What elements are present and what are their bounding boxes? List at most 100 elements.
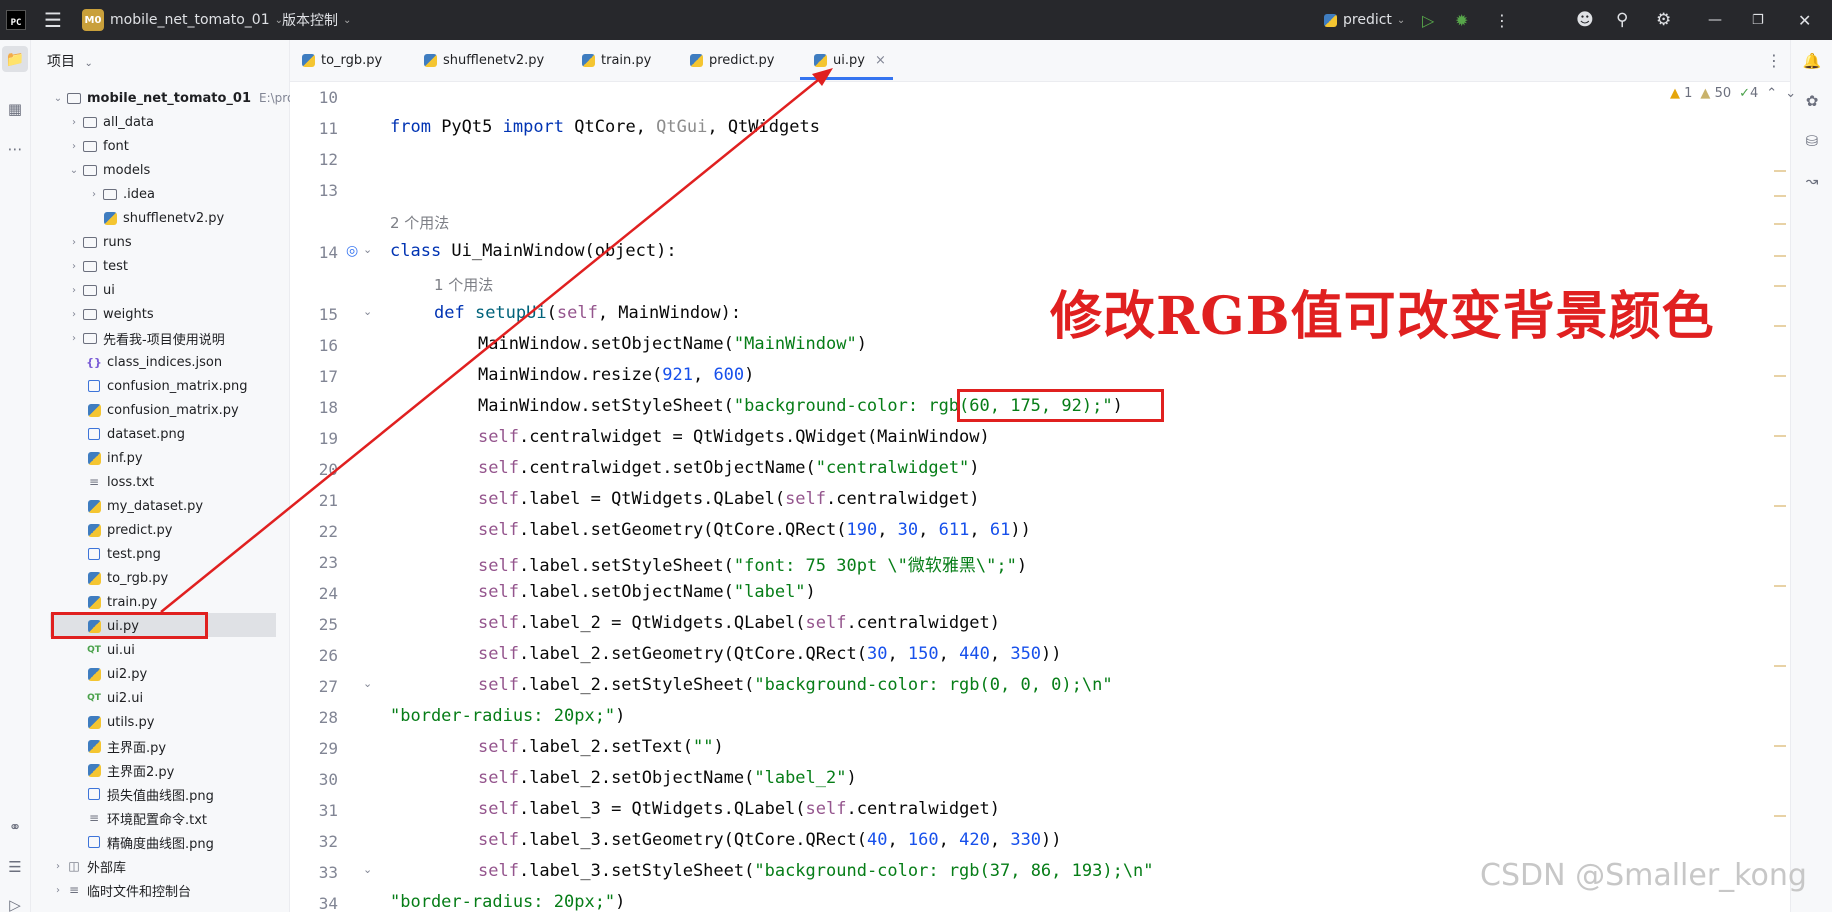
tree-item-runs[interactable]: › runs xyxy=(66,230,132,254)
file-highlight-box xyxy=(51,612,208,639)
tab-train[interactable]: train.py xyxy=(582,40,651,81)
tree-item-label: confusion_matrix.png xyxy=(107,378,248,394)
tab-predict[interactable]: predict.py xyxy=(690,40,775,81)
tree-item-my-dataset[interactable]: my_dataset.py xyxy=(86,494,203,518)
debug-icon[interactable]: ✹ xyxy=(1455,0,1468,40)
more-icon[interactable]: ⋯ xyxy=(2,136,28,162)
tab-to-rgb[interactable]: to_rgb.py xyxy=(302,40,382,81)
search-icon[interactable]: ⚲ xyxy=(1616,0,1628,40)
tree-item-to-rgb[interactable]: to_rgb.py xyxy=(86,566,168,590)
tree-item-loss-txt[interactable]: ≡ loss.txt xyxy=(86,470,154,494)
tab-ui[interactable]: ui.py × xyxy=(814,40,886,81)
tree-item-class-indices[interactable]: {} class_indices.json xyxy=(86,350,222,374)
vcs-menu[interactable]: 版本控制 ⌄ xyxy=(282,0,351,40)
notifications-icon[interactable]: 🔔 xyxy=(1799,48,1825,74)
tree-item-idea[interactable]: › .idea xyxy=(86,182,155,206)
tree-item-confusion-png[interactable]: confusion_matrix.png xyxy=(86,374,248,398)
tree-item-confusion-py[interactable]: confusion_matrix.py xyxy=(86,398,239,422)
tree-item-label: test.png xyxy=(107,546,161,562)
editor-scrollbar[interactable] xyxy=(1774,165,1786,865)
close-icon[interactable]: ✕ xyxy=(1798,0,1811,40)
run-tool-icon[interactable]: ▷ xyxy=(2,892,28,918)
folder-icon[interactable]: 📁 xyxy=(2,46,28,72)
watermark: CSDN @Smaller_kong xyxy=(1480,858,1807,893)
tree-item-label: 精确度曲线图.png xyxy=(107,836,214,852)
tree-item-label: train.py xyxy=(107,594,158,610)
tree-item-label: ui2.ui xyxy=(107,690,144,706)
tree-item-scratches[interactable]: › ≡ 临时文件和控制台 xyxy=(50,878,191,902)
minimize-icon[interactable]: — xyxy=(1708,0,1722,40)
chevron-down-icon: ⌄ xyxy=(1396,14,1406,26)
main-menu-icon[interactable]: ☰ xyxy=(44,0,62,40)
fold-icon[interactable]: ⌄ xyxy=(363,305,372,318)
add-user-icon[interactable]: ☻ xyxy=(1576,0,1594,40)
tree-item-main-ui2[interactable]: 主界面2.py xyxy=(86,758,174,782)
tree-item-train[interactable]: train.py xyxy=(86,590,157,614)
run-icon[interactable]: ▷ xyxy=(1422,0,1434,40)
tree-item-env-txt[interactable]: ≡ 环境配置命令.txt xyxy=(86,806,207,830)
restore-icon[interactable]: ❐ xyxy=(1752,0,1764,40)
usage-hint[interactable]: 2 个用法 xyxy=(390,212,449,233)
tree-item-all_data[interactable]: › all_data xyxy=(66,110,154,134)
python-icon xyxy=(1324,13,1337,27)
qt-file-icon: QT xyxy=(87,645,101,655)
tree-item-utils[interactable]: utils.py xyxy=(86,710,154,734)
tree-item-models[interactable]: ⌄ models xyxy=(66,158,150,182)
tree-item-font[interactable]: › font xyxy=(66,134,129,158)
python-file-icon xyxy=(86,594,102,610)
python-icon xyxy=(814,54,827,67)
run-config-label: predict xyxy=(1343,12,1392,28)
fold-icon[interactable]: ⌄ xyxy=(363,863,372,876)
more-icon[interactable]: ⋮ xyxy=(1494,0,1510,40)
tree-item-shufflenetv2[interactable]: shufflenetv2.py xyxy=(102,206,224,230)
code-editor[interactable]: from PyQt5 import QtCore, QtGui, QtWidge… xyxy=(390,82,1770,912)
project-panel-header[interactable]: 项目 ⌄ xyxy=(47,51,93,71)
tree-item-ui[interactable]: › ui xyxy=(66,278,115,302)
line-number: 33 xyxy=(318,863,338,882)
chevron-down-icon[interactable]: ⌄ xyxy=(1785,86,1796,101)
code-line-20: self.centralwidget.setObjectName("centra… xyxy=(478,458,980,478)
code-line-14: class Ui_MainWindow(object): xyxy=(390,241,677,261)
settings-icon[interactable]: ⚙ xyxy=(1656,0,1671,40)
profiler-icon[interactable]: ↝ xyxy=(1799,168,1825,194)
tree-item-weights[interactable]: › weights xyxy=(66,302,154,326)
tree-item-readme[interactable]: › 先看我-项目使用说明 xyxy=(66,326,225,350)
tree-root[interactable]: ⌄ mobile_net_tomato_01 E:\pro2 xyxy=(50,86,302,110)
tree-item-label: 临时文件和控制台 xyxy=(87,884,192,900)
usage-hint[interactable]: 1 个用法 xyxy=(434,274,493,295)
tree-item-test[interactable]: › test xyxy=(66,254,128,278)
tree-item-ui2-py[interactable]: ui2.py xyxy=(86,662,147,686)
run-config-selector[interactable]: predict ⌄ xyxy=(1324,0,1405,40)
structure-icon[interactable]: ▦ xyxy=(2,96,28,122)
folder-icon xyxy=(66,90,82,106)
tree-item-acc-chart[interactable]: 精确度曲线图.png xyxy=(86,830,214,854)
tree-item-ui2-ui[interactable]: QT ui2.ui xyxy=(86,686,143,710)
tree-item-loss-chart[interactable]: 损失值曲线图.png xyxy=(86,782,214,806)
tree-item-dataset-png[interactable]: dataset.png xyxy=(86,422,185,446)
tree-item-ui-ui[interactable]: QT ui.ui xyxy=(86,638,135,662)
database-icon[interactable]: ⛁ xyxy=(1799,128,1825,154)
ai-assistant-icon[interactable]: ✿ xyxy=(1799,88,1825,114)
left-tool-strip: 📁 ▦ ⋯ ⚭ ☰ ▷ xyxy=(0,40,31,914)
tree-item-external-libs[interactable]: › ◫ 外部库 xyxy=(50,854,126,878)
tree-item-predict[interactable]: predict.py xyxy=(86,518,173,542)
tree-item-main-ui[interactable]: 主界面.py xyxy=(86,734,166,758)
tree-item-label: class_indices.json xyxy=(107,354,223,370)
fold-icon[interactable]: ⌄ xyxy=(363,677,372,690)
tab-shufflenetv2[interactable]: shufflenetv2.py xyxy=(424,40,544,81)
line-number: 26 xyxy=(318,646,338,665)
close-tab-icon[interactable]: × xyxy=(875,53,886,68)
python-console-icon[interactable]: ⚭ xyxy=(2,814,28,840)
layers-icon[interactable]: ☰ xyxy=(2,854,28,880)
implemented-icon[interactable]: ◎ xyxy=(346,243,358,259)
tree-item-test-png[interactable]: test.png xyxy=(86,542,161,566)
tree-item-label: all_data xyxy=(103,114,154,130)
tree-root-label: mobile_net_tomato_01 xyxy=(87,90,251,106)
fold-icon[interactable]: ⌄ xyxy=(363,243,372,256)
project-selector[interactable]: M0 mobile_net_tomato_01 ⌄ xyxy=(82,0,283,40)
tree-item-inf[interactable]: inf.py xyxy=(86,446,143,470)
line-number: 12 xyxy=(318,150,338,169)
tree-item-label: loss.txt xyxy=(107,474,155,490)
more-icon[interactable]: ⋮ xyxy=(1766,40,1782,81)
vcs-menu-label: 版本控制 xyxy=(282,13,338,29)
